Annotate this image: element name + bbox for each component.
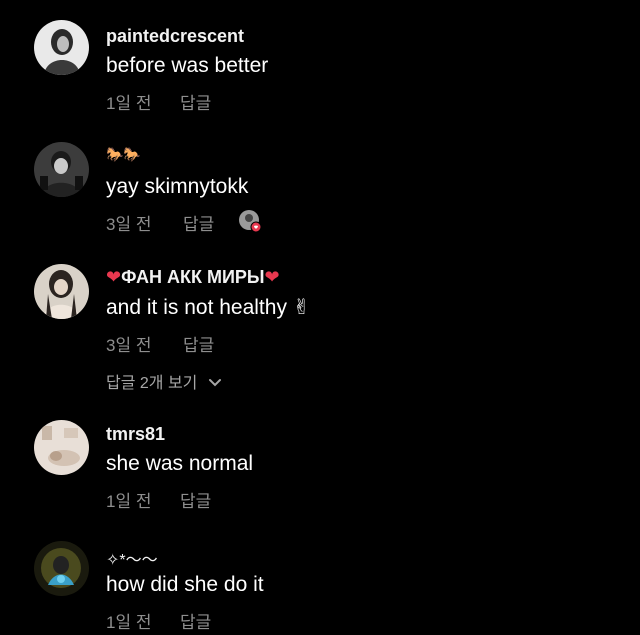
- chevron-down-icon: [208, 375, 222, 393]
- comment-time: 1일 전: [106, 613, 152, 632]
- comment-text: she was normal: [106, 452, 254, 475]
- view-replies-button[interactable]: 답글 2개 보기: [106, 369, 222, 393]
- comment-time: 1일 전: [106, 94, 152, 113]
- comment-meta: 3일 전 답글: [106, 331, 214, 356]
- avatar[interactable]: [34, 20, 89, 75]
- comment-text: and it is not healthy ✌: [106, 296, 311, 319]
- comment-text: yay skimnytokk: [106, 175, 249, 198]
- avatar[interactable]: [34, 420, 89, 475]
- comment-username[interactable]: ✧*～～: [106, 546, 158, 570]
- comment-username[interactable]: tmrs81: [106, 424, 165, 445]
- comment-username-text: ФАН АКК МИРЫ: [121, 267, 265, 287]
- comment-meta: 3일 전 답글: [106, 210, 262, 235]
- comment-time: 1일 전: [106, 492, 152, 511]
- reply-button[interactable]: 답글: [180, 89, 211, 114]
- comment-username[interactable]: 🐎🐎: [106, 146, 141, 163]
- reply-button[interactable]: 답글: [183, 210, 214, 235]
- comment-meta: 1일 전 답글: [106, 608, 211, 633]
- reply-button[interactable]: 답글: [180, 608, 211, 633]
- reply-button[interactable]: 답글: [180, 487, 211, 512]
- avatar[interactable]: [34, 541, 89, 596]
- avatar[interactable]: [34, 142, 89, 197]
- view-replies-label: 답글 2개 보기: [106, 375, 198, 392]
- comment-text: how did she do it: [106, 573, 264, 596]
- comment-username[interactable]: ❤ФАН АКК МИРЫ❤: [106, 267, 280, 288]
- heart-icon: ❤: [106, 267, 122, 287]
- comment-username[interactable]: paintedcrescent: [106, 26, 244, 47]
- comment-meta: 1일 전 답글: [106, 487, 211, 512]
- creator-liked-icon: [238, 209, 262, 238]
- comment-text: before was better: [106, 54, 269, 77]
- comment-time: 3일 전: [106, 215, 152, 234]
- comment-meta: 1일 전 답글: [106, 89, 211, 114]
- comment-time: 3일 전: [106, 336, 152, 355]
- reply-button[interactable]: 답글: [183, 331, 214, 356]
- avatar[interactable]: [34, 264, 89, 319]
- heart-icon: ❤: [264, 267, 280, 287]
